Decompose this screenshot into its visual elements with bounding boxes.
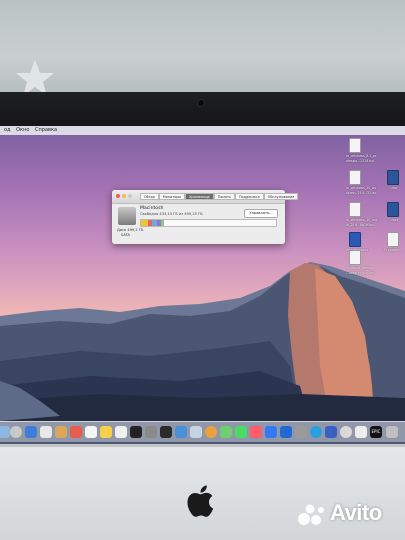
dock-settings-icon[interactable] [295, 426, 307, 438]
dock-app-icon[interactable] [175, 426, 187, 438]
apple-logo-icon [187, 485, 214, 517]
dock-music-icon[interactable] [250, 426, 262, 438]
zoom-button[interactable] [128, 194, 132, 198]
manage-button[interactable]: Управлять... [244, 209, 278, 218]
background-wall [0, 0, 405, 95]
menu-item-help[interactable]: Справка [35, 127, 57, 133]
desktop-item[interactable]: ...docx [384, 202, 402, 222]
dock-app-icon[interactable] [160, 426, 172, 438]
desktop-item[interactable]: ...doc [384, 170, 402, 190]
storage-usage-segment [141, 220, 148, 226]
storage-usage-bar [140, 219, 277, 227]
dock-app-icon[interactable] [280, 426, 292, 438]
dock-facetime-icon[interactable] [235, 426, 247, 438]
dock-app-icon[interactable] [340, 426, 352, 438]
storage-window: Обзор Мониторы Хранилище Память Поддержк… [112, 190, 299, 244]
minimize-button[interactable] [122, 194, 126, 198]
dock-mail-icon[interactable] [40, 426, 52, 438]
desktop-item[interactable]: Windows_arena_ ...ntegrity_ru...iso [346, 250, 375, 275]
tab-service[interactable]: Обслуживание [263, 193, 299, 200]
dock-appstore-icon[interactable] [265, 426, 277, 438]
dock-terminal-icon[interactable] [130, 426, 142, 438]
dock-app-icon[interactable] [325, 426, 337, 438]
desktop-item-label: ru_windows_10_bu [346, 186, 376, 190]
chin-shadow [0, 444, 405, 447]
dock-stickies-icon[interactable] [100, 426, 112, 438]
camera-icon [198, 100, 204, 106]
iso-file-icon [349, 250, 361, 265]
dock-utility-icon[interactable] [145, 426, 157, 438]
desktop-item-label: Ускорить... [384, 248, 403, 252]
tab-memory[interactable]: Память [213, 193, 235, 200]
dock-photos-icon[interactable] [205, 426, 217, 438]
avito-watermark: Avito [330, 500, 382, 525]
word-document-icon [387, 170, 399, 185]
folder-icon [349, 232, 361, 247]
iso-file-icon [349, 202, 361, 217]
tab-overview[interactable]: Обзор [140, 193, 159, 200]
desktop-item[interactable]: Инсталляция [346, 232, 368, 252]
dock-contacts-icon[interactable] [55, 426, 67, 438]
dock: EPIC [0, 421, 405, 442]
dock-reminders-icon[interactable] [115, 426, 127, 438]
dock-app-icon[interactable] [355, 426, 367, 438]
dock-app-icon[interactable] [0, 426, 10, 438]
desktop-item-label: siness_21H...33.iso [346, 191, 377, 195]
drive-name: Macintosh [140, 206, 164, 211]
desktop-item-label: ru_windows_10_mu [346, 218, 378, 222]
dock-calendar-icon[interactable] [70, 426, 82, 438]
drive-interface-caption: SATA [121, 233, 130, 237]
desktop-item[interactable]: Ускорить... [384, 232, 402, 252]
hard-drive-icon [118, 207, 136, 225]
desktop-item[interactable]: ru_windows_10_mu lti_21H...8b2e.iso [346, 202, 378, 227]
dock-messages-icon[interactable] [220, 426, 232, 438]
free-space-text: Свободно 433,15 ГБ из 499,25 ГБ [140, 212, 203, 216]
word-document-icon [387, 202, 399, 217]
desktop-item-label: ...ntegrity_ru...iso [346, 271, 375, 275]
dock-app-icon[interactable] [190, 426, 202, 438]
desktop-item[interactable]: ru_windows_8.1_pr ofessio...2328.iso [346, 138, 377, 163]
dock-notes-icon[interactable] [85, 426, 97, 438]
dock-safari-icon[interactable] [25, 426, 37, 438]
drive-capacity-caption: Диск 499,2 ГБ [117, 228, 144, 232]
close-button[interactable] [116, 194, 120, 198]
desktop-item-label: ...doc [388, 186, 398, 190]
desktop-item[interactable]: ru_windows_10_bu siness_21H...33.iso [346, 170, 377, 195]
dock-telegram-icon[interactable] [310, 426, 322, 438]
menu-item-window[interactable]: Окно [16, 127, 29, 133]
tab-storage[interactable]: Хранилище [185, 193, 214, 200]
tab-support[interactable]: Поддержка [234, 193, 264, 200]
segmented-tabs: Обзор Мониторы Хранилище Память Поддержк… [140, 193, 299, 200]
avito-logo-icon [298, 504, 324, 525]
wallpaper-mountains [0, 262, 405, 444]
window-titlebar: Обзор Мониторы Хранилище Память Поддержк… [112, 190, 299, 204]
iso-file-icon [349, 138, 361, 153]
document-icon [387, 232, 399, 247]
desktop-screen: од Окно Справка Обзор Мониторы Хранилище… [0, 126, 405, 444]
dock-trash-icon[interactable] [386, 426, 398, 438]
desktop-item-label: ru_windows_8.1_pr [346, 154, 377, 158]
tab-displays[interactable]: Мониторы [158, 193, 186, 200]
desktop-item-label: Windows_arena_ [346, 266, 373, 270]
menu-item-go[interactable]: од [4, 127, 11, 133]
desktop-item-label: lti_21H...8b2e.iso [346, 223, 374, 227]
iso-file-icon [349, 170, 361, 185]
desktop-item-label: ...docx [387, 218, 399, 222]
desktop-item-label: ofessio...2328.iso [346, 159, 374, 163]
dock-epic-games-icon[interactable]: EPIC [370, 426, 382, 438]
menu-bar: од Окно Справка [0, 126, 405, 135]
storage-usage-segment [161, 220, 164, 226]
monitor-bezel [0, 92, 405, 130]
dock-launchpad-icon[interactable] [10, 426, 22, 438]
